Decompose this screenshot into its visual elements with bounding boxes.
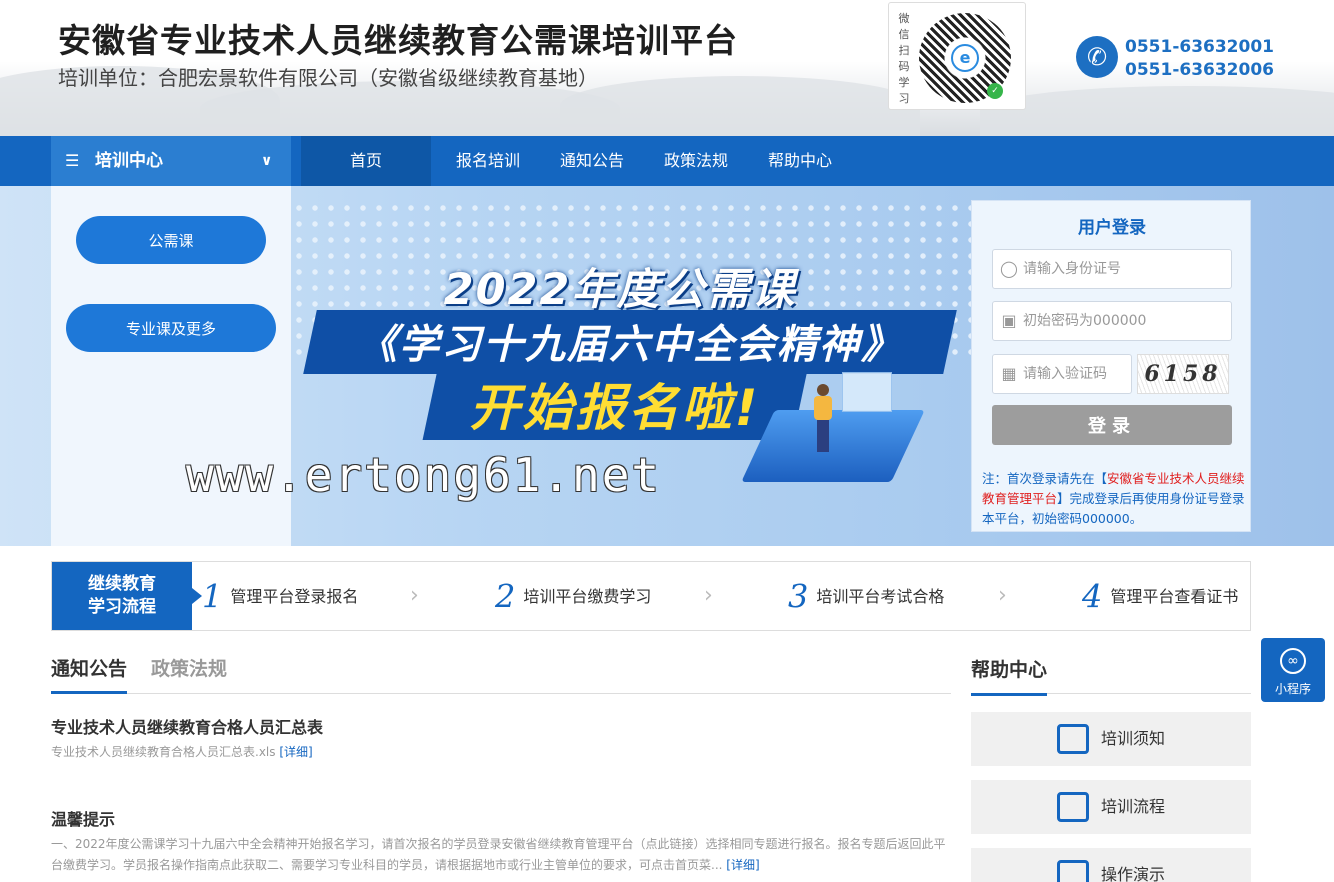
id-number-input[interactable] (1023, 250, 1223, 288)
news-detail-link[interactable]: [详细] (726, 858, 759, 872)
login-note: 注：首次登录请先在【安徽省专业技术人员继续教育管理平台】完成登录后再使用身份证号… (982, 471, 1245, 526)
login-title: 用户登录 (1078, 218, 1146, 238)
watermark-text: www.ertong61.net (186, 448, 662, 502)
nav-register-training[interactable]: 报名培训 (448, 136, 528, 186)
category-dropdown[interactable]: ☰ 培训中心 ∨ (51, 136, 291, 186)
phone-number: 0551-63632001 (1125, 37, 1274, 57)
learning-process: 继续教育 学习流程 1 管理平台登录报名 › 2 培训平台缴费学习 › 3 培训平台考… (51, 561, 1251, 631)
user-icon: ◯ (1000, 259, 1018, 278)
site-title: 安徽省专业技术人员继续教育公需课培训平台 (58, 21, 738, 60)
site-subtitle: 培训单位：合肥宏景软件有限公司（安徽省级继续教育基地） (58, 66, 598, 90)
mini-program-icon: ∞ (1280, 648, 1306, 674)
help-center-title: 帮助中心 (971, 650, 1048, 696)
process-step: 2 培训平台缴费学习 (495, 562, 651, 630)
chevron-right-icon: › (704, 583, 713, 608)
captcha-image[interactable]: 6158 (1137, 354, 1229, 394)
category-label: 培训中心 (95, 151, 163, 171)
step-number: 3 (788, 577, 809, 616)
news-item-desc: 一、2022年度公需课学习十九届六中全会精神开始报名学习，请首次报名的学员登录安… (51, 837, 946, 872)
qr-caption: 微 信 扫 码 学 习 (898, 12, 910, 105)
wechat-qr-box: 微 信 扫 码 学 习 e ✓ (888, 2, 1026, 110)
chevron-right-icon: › (410, 583, 419, 608)
captcha-input[interactable] (1023, 355, 1128, 393)
step-label: 培训平台缴费学习 (523, 586, 652, 606)
login-button[interactable]: 登录 (992, 405, 1232, 445)
phone-icon: ✆ (1076, 36, 1118, 78)
chevron-down-icon: ∨ (261, 153, 273, 169)
captcha-field: ▦ (992, 354, 1132, 394)
login-panel: 用户登录 ◯ ▣ ▦ 6158 登录 注：首次登录请先在【安徽省专业技术人员继续… (971, 200, 1251, 532)
professional-course-button[interactable]: 专业课及更多 (66, 304, 276, 352)
banner-cta: 开始报名啦! (469, 379, 761, 437)
step-label: 管理平台登录报名 (230, 586, 359, 606)
site-header: 安徽省专业技术人员继续教育公需课培训平台 培训单位：合肥宏景软件有限公司（安徽省… (0, 0, 1334, 136)
news-item-title[interactable]: 温馨提示 (51, 806, 115, 830)
mountain-decoration (560, 76, 920, 136)
menu-icon: ☰ (65, 151, 80, 170)
main-nav: ☰ 培训中心 ∨ 首页 报名培训 通知公告 政策法规 帮助中心 (0, 136, 1334, 186)
screen-illustration (842, 372, 892, 412)
tab-announcements[interactable]: 通知公告 (51, 650, 128, 694)
tab-policies[interactable]: 政策法规 (151, 650, 227, 694)
nav-announcements[interactable]: 通知公告 (552, 136, 632, 186)
book-icon (1057, 724, 1089, 754)
nav-home[interactable]: 首页 (301, 136, 431, 186)
process-title: 继续教育 学习流程 (52, 562, 202, 630)
nav-policies[interactable]: 政策法规 (656, 136, 736, 186)
step-number: 2 (495, 577, 516, 616)
step-number: 4 (1082, 577, 1103, 616)
mountain-decoration (980, 86, 1334, 136)
contact-phones: 0551-63632001 0551-63632006 (1125, 36, 1274, 82)
qr-code-icon: ▦ (1001, 364, 1017, 383)
nav-help-center[interactable]: 帮助中心 (760, 136, 840, 186)
phone-number: 0551-63632006 (1125, 60, 1274, 80)
chevron-right-icon: › (998, 583, 1007, 608)
step-number: 1 (202, 577, 223, 616)
password-field: ▣ (992, 301, 1232, 341)
public-course-button[interactable]: 公需课 (76, 216, 266, 264)
password-input[interactable] (1023, 302, 1223, 340)
chart-icon (1057, 860, 1089, 882)
help-item-operation-demo[interactable]: 操作演示 (971, 848, 1251, 882)
banner-title: 2022年度公需课 (443, 265, 797, 315)
id-number-field: ◯ (992, 249, 1232, 289)
process-step: 1 管理平台登录报名 (202, 562, 358, 630)
mini-program-button[interactable]: ∞ 小程序 (1261, 638, 1325, 702)
lock-icon: ▣ (1001, 311, 1017, 330)
help-item-training-notice[interactable]: 培训须知 (971, 712, 1251, 766)
step-label: 管理平台查看证书 (1110, 586, 1239, 606)
news-detail-link[interactable]: [详细] (279, 745, 312, 759)
help-item-training-process[interactable]: 培训流程 (971, 780, 1251, 834)
process-step: 4 管理平台查看证书 (1082, 562, 1238, 630)
mini-program-badge-icon: ✓ (987, 83, 1003, 99)
news-item-title[interactable]: 专业技术人员继续教育合格人员汇总表 (51, 714, 323, 738)
monitor-icon (1057, 792, 1089, 822)
news-item-desc: 专业技术人员继续教育合格人员汇总表.xls [详细] (51, 745, 313, 759)
banner-subtitle: 《学习十九届六中全会精神》 (357, 322, 903, 368)
person-illustration (814, 384, 832, 454)
step-label: 培训平台考试合格 (816, 586, 945, 606)
help-center-header: 帮助中心 (971, 650, 1251, 696)
news-tabs: 通知公告 政策法规 (51, 650, 951, 694)
process-step: 3 培训平台考试合格 (788, 562, 944, 630)
qr-logo-icon: e (951, 44, 979, 72)
